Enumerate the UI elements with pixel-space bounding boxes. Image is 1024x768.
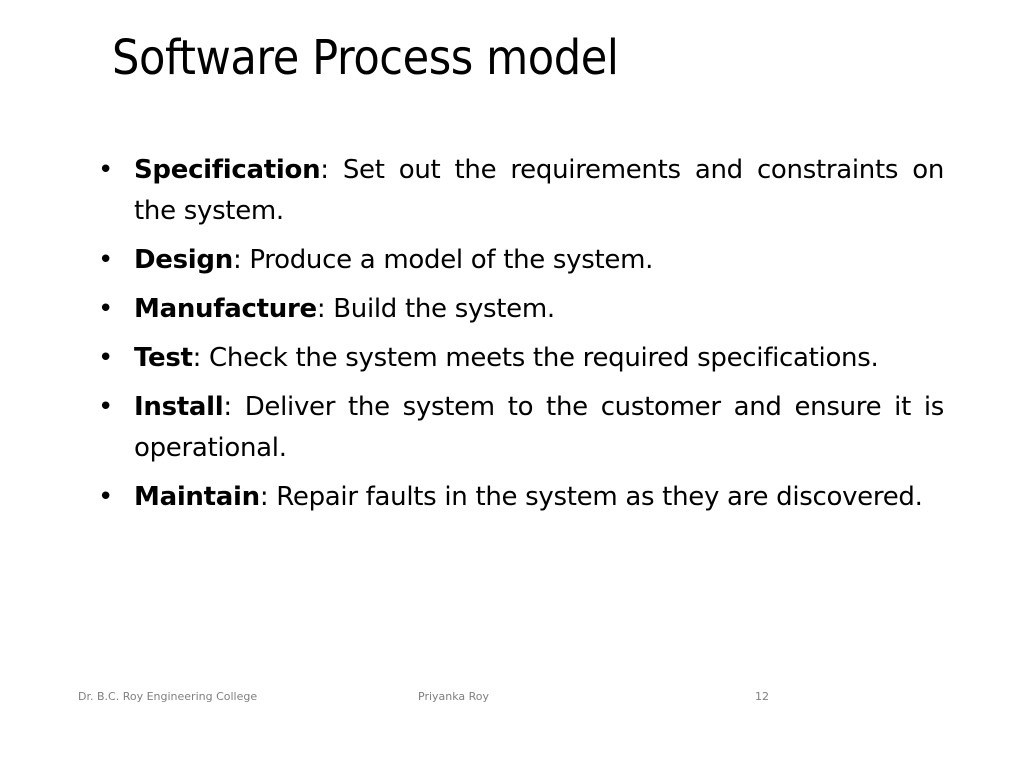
bullet-term: Install	[134, 392, 224, 422]
bullet-icon: •	[98, 392, 114, 422]
bullet-separator: :	[320, 155, 329, 185]
bullet-term: Test	[134, 343, 193, 373]
bullet-list: • Specification: Set out the requirement…	[98, 150, 944, 526]
bullet-term: Manufacture	[134, 294, 317, 324]
bullet-term: Maintain	[134, 482, 260, 512]
bullet-icon: •	[98, 294, 114, 324]
bullet-term: Specification	[134, 155, 321, 185]
bullet-text: Produce a model of the system.	[241, 245, 654, 275]
footer-author: Priyanka Roy	[418, 690, 490, 703]
bullet-item-maintain: • Maintain: Repair faults in the system …	[98, 477, 944, 518]
bullet-separator: :	[192, 343, 202, 373]
slide-title: Software Process model	[112, 30, 619, 86]
bullet-text: Deliver the system to the customer and e…	[134, 392, 944, 463]
bullet-item-test: • Test: Check the system meets the requi…	[98, 338, 944, 379]
bullet-item-design: • Design: Produce a model of the system.	[98, 240, 944, 281]
bullet-icon: •	[98, 482, 114, 512]
bullet-item-manufacture: • Manufacture: Build the system.	[98, 289, 944, 330]
bullet-item-specification: • Specification: Set out the requirement…	[98, 150, 944, 232]
bullet-separator: :	[223, 392, 232, 422]
bullet-icon: •	[98, 155, 114, 185]
bullet-icon: •	[98, 245, 114, 275]
bullet-text: Check the system meets the required spec…	[201, 343, 879, 373]
footer-institution: Dr. B.C. Roy Engineering College	[78, 690, 258, 703]
bullet-separator: :	[316, 294, 326, 324]
bullet-item-install: • Install: Deliver the system to the cus…	[98, 387, 944, 469]
bullet-text: Repair faults in the system as they are …	[268, 482, 923, 512]
bullet-icon: •	[98, 343, 114, 373]
bullet-text: Build the system.	[325, 294, 555, 324]
bullet-term: Design	[134, 245, 233, 275]
footer-page-number: 12	[755, 690, 769, 703]
